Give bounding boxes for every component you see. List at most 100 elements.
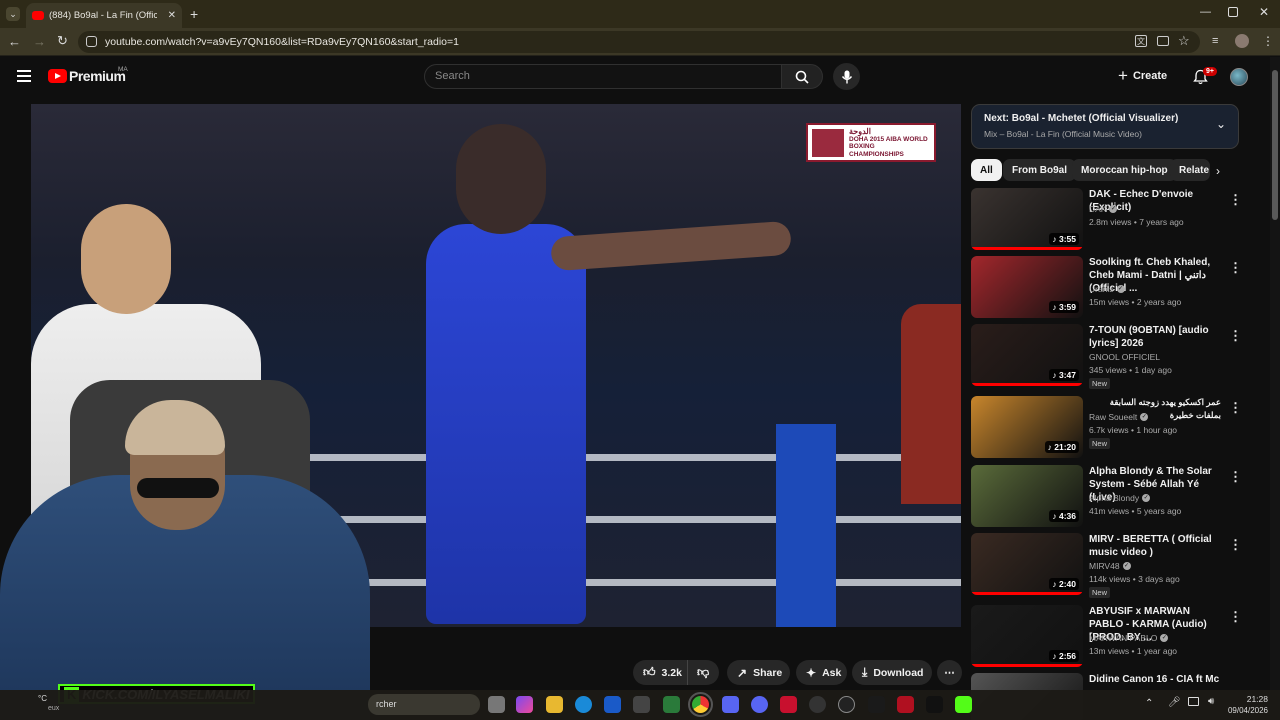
tray-chevron-icon[interactable]: ⌃	[1145, 698, 1153, 709]
more-options-icon[interactable]: ⋮	[1229, 192, 1242, 208]
new-tab-icon[interactable]: +	[190, 6, 198, 22]
restore-icon[interactable]	[1228, 7, 1238, 17]
app-icon[interactable]	[838, 696, 855, 713]
up-next-card[interactable]: Next: Bo9al - Mchetet (Official Visualiz…	[971, 104, 1239, 149]
chip-all[interactable]: All	[971, 159, 1002, 181]
browser-menu-icon[interactable]: ⋮	[1262, 34, 1274, 48]
channel-name[interactable]: Uranis ✓	[1089, 284, 1125, 294]
translate-icon[interactable]: 文	[1135, 35, 1147, 47]
recommended-video[interactable]: ♪ 2:40 MIRV - BERETTA ( Official music vi…	[971, 533, 1261, 598]
recommended-video[interactable]: ♪ 3:59 Soolking ft. Cheb Khaled, Cheb Mam…	[971, 256, 1261, 320]
install-app-icon[interactable]	[1157, 36, 1169, 46]
channel-name[interactable]: MARWAN PABLO ✓	[1089, 633, 1169, 643]
store-icon[interactable]	[633, 696, 650, 713]
create-button[interactable]: + Create	[1118, 64, 1178, 88]
xbox-icon[interactable]	[663, 696, 680, 713]
chrome-icon[interactable]	[688, 692, 713, 717]
video-thumbnail[interactable]: ♪ 3:59	[971, 256, 1083, 318]
bookmark-star-icon[interactable]: ☆	[1178, 33, 1190, 49]
file-explorer-icon[interactable]	[546, 696, 563, 713]
video-thumbnail[interactable]: ♪ 3:47	[971, 324, 1083, 386]
verified-check-icon: ✓	[1122, 562, 1131, 570]
video-thumbnail[interactable]: ♪ 4:36	[971, 465, 1083, 527]
task-view-icon[interactable]	[488, 696, 505, 713]
back-icon[interactable]: ←	[8, 34, 21, 49]
reading-list-icon[interactable]: ≡	[1212, 35, 1218, 47]
taskbar-time[interactable]: 21:28	[1226, 694, 1268, 704]
site-info-icon[interactable]	[86, 36, 97, 47]
chevron-down-icon[interactable]: ⌄	[1216, 117, 1226, 131]
forward-icon[interactable]: →	[33, 34, 46, 49]
adobe-icon[interactable]	[780, 696, 797, 713]
taskbar-search[interactable]: rcher	[368, 694, 480, 715]
recommended-video[interactable]: ♪ 3:47 7-TOUN (9OBTAN) [audio lyrics] 202…	[971, 324, 1261, 389]
obs-icon[interactable]	[809, 696, 826, 713]
more-options-icon[interactable]: ⋮	[1229, 469, 1242, 485]
minimize-icon[interactable]: —	[1200, 6, 1211, 18]
channel-name[interactable]: GNOOL OFFICIEL	[1089, 352, 1160, 362]
channel-name[interactable]: Raw Soueelt ✓	[1089, 412, 1149, 422]
more-options-icon[interactable]: ⋮	[1229, 328, 1242, 344]
chips-next-icon[interactable]: ›	[1216, 164, 1220, 178]
video-title[interactable]: Didine Canon 16 - CIA ft Mc	[1089, 673, 1221, 686]
like-button[interactable]: 👍︎ 3.2k	[633, 660, 687, 685]
gamepad-icon[interactable]	[722, 696, 739, 713]
video-thumbnail[interactable]: ♪ 2:40	[971, 533, 1083, 595]
discord-icon[interactable]	[751, 696, 768, 713]
download-icon: ⤓	[862, 665, 868, 679]
more-actions-button[interactable]: ⋯	[937, 660, 962, 685]
reload-icon[interactable]: ↻	[57, 33, 68, 49]
tray-mic-icon[interactable]: 🎤︎	[1168, 697, 1181, 708]
video-thumbnail[interactable]: ♪ 2:56	[971, 605, 1083, 667]
tab-search-icon[interactable]: ⌄	[6, 7, 20, 21]
copilot-icon[interactable]	[516, 696, 533, 713]
channel-name[interactable]: DAK ✓	[1089, 204, 1118, 214]
more-options-icon[interactable]: ⋮	[1229, 609, 1242, 625]
close-tab-icon[interactable]: ✕	[168, 10, 176, 21]
recommended-video[interactable]: ♪ 2:56 ABYUSIF x MARWAN PABLO - KARMA (Au…	[971, 605, 1261, 669]
voice-search-button[interactable]	[833, 63, 860, 90]
capcut-icon[interactable]	[868, 696, 885, 713]
recommended-video[interactable]: ♪ 4:36 Alpha Blondy & The Solar System - …	[971, 465, 1261, 529]
video-thumbnail[interactable]: ♪ 3:55	[971, 188, 1083, 250]
recommended-video[interactable]: ♪ 21:20 عمر اكسكيو يهدد زوجته السابقة بمل…	[971, 396, 1261, 460]
boxer-figure	[426, 224, 586, 624]
browser-tab-active[interactable]: (884) Bo9al - La Fin (Official Mu ✕	[26, 3, 182, 28]
video-thumbnail[interactable]: ♪ 21:20	[971, 396, 1083, 458]
profile-avatar[interactable]	[1235, 34, 1249, 48]
tray-volume-icon[interactable]: 🔊︎	[1208, 696, 1214, 707]
channel-name[interactable]: Alpha Blondy ✓	[1089, 493, 1151, 503]
window-close-icon[interactable]: ✕	[1259, 5, 1269, 19]
video-title[interactable]: 7-TOUN (9OBTAN) [audio lyrics] 2026	[1089, 324, 1221, 350]
webcam-overlay	[0, 380, 380, 720]
premium-wordmark[interactable]: Premium	[69, 68, 126, 84]
outlook-icon[interactable]	[604, 696, 621, 713]
channel-name[interactable]: MIRV48 ✓	[1089, 561, 1131, 571]
video-meta: 2.8m views • 7 years ago	[1089, 217, 1184, 227]
hamburger-menu-icon[interactable]	[17, 70, 31, 82]
chip-from-bo9al[interactable]: From Bo9al	[1003, 159, 1077, 181]
kick-app-icon[interactable]	[955, 696, 972, 713]
tray-network-icon[interactable]	[1188, 697, 1199, 706]
search-button[interactable]	[781, 64, 823, 89]
chip-moroccan-hip-hop[interactable]: Moroccan hip-hop	[1072, 159, 1177, 181]
recommended-video[interactable]: ♪ 3:55DAK - Echec D'envoie (Explicit)DAK…	[971, 188, 1261, 252]
ask-button[interactable]: ✦ Ask	[796, 660, 847, 685]
search-input[interactable]: Search	[424, 64, 782, 89]
taskbar-date[interactable]: 09/04/2026	[1224, 706, 1268, 715]
video-title[interactable]: MIRV - BERETTA ( Official music video )	[1089, 533, 1221, 559]
share-button[interactable]: ↗ Share	[727, 660, 790, 685]
scrollbar-thumb[interactable]	[1272, 70, 1278, 220]
edge-icon[interactable]	[575, 696, 592, 713]
app-dark-icon[interactable]	[926, 696, 943, 713]
chip-related[interactable]: Relate	[1170, 159, 1210, 181]
account-avatar[interactable]	[1230, 68, 1248, 86]
app-red-icon[interactable]	[897, 696, 914, 713]
url-text[interactable]: youtube.com/watch?v=a9vEy7QN160&list=RDa…	[105, 36, 459, 48]
more-options-icon[interactable]: ⋮	[1229, 537, 1242, 553]
youtube-logo-icon[interactable]	[48, 69, 67, 83]
dislike-button[interactable]: 👎︎	[687, 660, 719, 685]
more-options-icon[interactable]: ⋮	[1229, 400, 1242, 416]
more-options-icon[interactable]: ⋮	[1229, 260, 1242, 276]
download-button[interactable]: ⤓ Download	[852, 660, 932, 685]
